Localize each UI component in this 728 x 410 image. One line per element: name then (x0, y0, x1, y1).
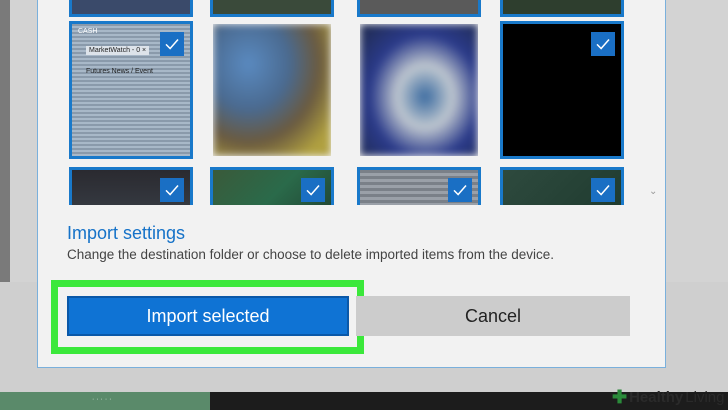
import-selected-button[interactable]: Import selected (67, 296, 349, 336)
photo-thumbnail[interactable] (500, 0, 624, 17)
thumbnail-text: Futures News / Event (86, 68, 153, 75)
watermark-brand: Healthy (629, 388, 684, 406)
checkmark-icon[interactable] (591, 32, 615, 56)
plus-icon: ✚ (612, 386, 628, 407)
watermark-brand-suffix: Living (685, 388, 725, 406)
photo-thumbnail[interactable] (210, 167, 334, 205)
photo-thumbnail[interactable] (500, 21, 624, 159)
checkmark-icon[interactable] (160, 178, 184, 202)
taskbar-app: · · · · · (0, 392, 210, 410)
photo-thumbnail[interactable] (357, 21, 481, 159)
photo-thumbnail[interactable] (69, 167, 193, 205)
import-settings-description: Change the destination folder or choose … (67, 247, 555, 262)
photo-thumbnail[interactable] (357, 0, 481, 17)
photo-thumbnail[interactable] (210, 0, 334, 17)
photo-thumbnail[interactable] (500, 167, 624, 205)
photo-thumbnail[interactable] (210, 21, 334, 159)
watermark: ✚ Healthy Living (612, 386, 724, 408)
photo-thumbnail[interactable] (69, 0, 193, 17)
photo-thumbnail[interactable]: CASH MarketWatch - 0 × Futures News / Ev… (69, 21, 193, 159)
thumbnail-text: CASH (78, 28, 98, 35)
import-settings-link[interactable]: Import settings (67, 223, 185, 244)
background-left-strip (0, 0, 10, 282)
checkmark-icon[interactable] (301, 178, 325, 202)
checkmark-icon[interactable] (160, 32, 184, 56)
photo-thumbnail[interactable] (357, 167, 481, 205)
checkmark-icon[interactable] (448, 178, 472, 202)
thumbnail-text: MarketWatch - 0 × (86, 46, 150, 55)
cancel-button[interactable]: Cancel (356, 296, 630, 336)
checkmark-icon[interactable] (591, 178, 615, 202)
photo-grid: CASH MarketWatch - 0 × Futures News / Ev… (38, 0, 665, 205)
scroll-down-icon[interactable]: ⌄ (649, 186, 657, 197)
